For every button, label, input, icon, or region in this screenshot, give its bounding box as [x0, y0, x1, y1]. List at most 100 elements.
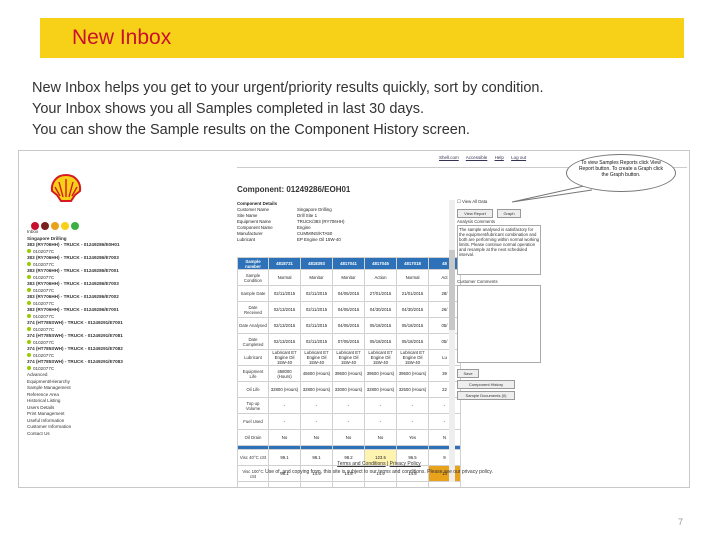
component-title: Component: 01249286/EOH01 [237, 185, 351, 194]
sample-number: 0102077C [33, 287, 55, 293]
grid-cell: 05/ [428, 317, 461, 334]
sample-number-link[interactable]: 4817045 [364, 257, 397, 270]
detail-value: Engine [297, 225, 311, 230]
detail-value: Drill Site 1 [297, 213, 318, 218]
grid-cell: Normal [268, 269, 301, 286]
view-report-button[interactable]: View Report [457, 209, 493, 218]
nav-link[interactable]: Contact Us [27, 431, 235, 438]
grid-cell: 04/30/2015 [364, 301, 397, 318]
detail-row: Lubricant EP Engine Oil 15W-40 [237, 237, 457, 243]
row-header: Oil Life [237, 381, 269, 398]
grid-cell: Normal [396, 269, 429, 286]
terms-link[interactable]: Terms and Conditions [337, 461, 385, 467]
privacy-link[interactable]: Privacy Policy [390, 461, 421, 467]
grid-cell: Lubricant E7 Engine Oil 15W-40 [268, 349, 301, 366]
sample-number-link[interactable]: 48 [428, 257, 461, 270]
grid-cell: 32800 (Hours) [300, 381, 333, 398]
grid-cell: Lu [428, 349, 461, 366]
row-header: Equipment Life [237, 365, 269, 382]
intro-line: New Inbox helps you get to your urgent/p… [32, 80, 544, 96]
condition-dot-icon [27, 301, 31, 306]
grid-cell: - [268, 413, 301, 430]
view-all-checkbox[interactable]: ☐ View All Data [457, 199, 487, 205]
grid-cell: - [364, 413, 397, 430]
grid-row: Oil Life 32800 (Hours) 32800 (Hours) 33000 … [237, 381, 461, 398]
grid-cell: 458000 (Hours) [268, 365, 301, 382]
view-all-label: View All Data [462, 199, 488, 204]
grid-cell: - [428, 413, 461, 430]
grid-row: Date Analysed 02/13/2015 02/11/2015 04/05/2… [237, 317, 461, 334]
sample-number: 0102077C [33, 326, 55, 332]
sample-number-link[interactable]: 4818731 [268, 257, 301, 270]
grid-row: Sample Condition Normal Monitor Monitor Acti… [237, 269, 461, 286]
top-links: Shell.com Accessible Help Log out [439, 155, 532, 160]
top-link[interactable]: Log out [511, 155, 526, 160]
analysis-comments-box[interactable]: The sample analysed is satisfactory for … [457, 225, 541, 275]
sample-number: 0102077C [33, 274, 55, 280]
condition-dot-icon [27, 327, 31, 332]
save-button[interactable]: Save [457, 369, 479, 378]
row-header: Fuel Used [237, 413, 269, 430]
grid-cell: 21/01/2015 [396, 285, 429, 302]
grid-cell: 04/05/2015 [332, 317, 365, 334]
grid-cell: N [428, 429, 461, 446]
grid-cell: - [332, 413, 365, 430]
sample-number-link[interactable]: 4817018 [396, 257, 429, 270]
customer-comments-input[interactable] [457, 285, 541, 363]
grid-cell: - [300, 397, 333, 414]
grid-cell: 05/18/2015 [364, 317, 397, 334]
sample-number: 0102077C [33, 300, 55, 306]
grid-row: Water<0.05<0.05<0.05<0.05<0.05 [237, 481, 461, 487]
condition-dot-icon [27, 249, 31, 254]
row-header: Date Analysed [237, 317, 269, 334]
scrollbar-thumb[interactable] [449, 250, 455, 330]
row-header: Top up Volume [237, 397, 269, 414]
results-grid: Sample number 4818731 4818393 4817041 481704… [237, 257, 461, 487]
condition-dot-icon [27, 275, 31, 280]
grid-cell: 45600 (Hours) [300, 365, 333, 382]
grid-cell: 02/13/2015 [268, 317, 301, 334]
detail-label: Lubricant [237, 237, 256, 242]
grid-cell: <0.05 [332, 481, 365, 487]
detail-value: Singapore Drilling [297, 207, 332, 212]
row-header: Lubricant [237, 349, 269, 366]
sample-number: 0102077C [33, 261, 55, 267]
top-link[interactable]: Help [495, 155, 504, 160]
grid-cell: 32800 (Hours) [268, 381, 301, 398]
grid-cell: 02/11/2015 [300, 301, 333, 318]
sample-number-link[interactable]: 4817041 [332, 257, 365, 270]
grid-row: Equipment Life 458000 (Hours) 45600 (Hours… [237, 365, 461, 382]
row-header: Sample Date [237, 285, 269, 302]
grid-cell: <0.05 [364, 481, 397, 487]
footer-links: Terms and Conditions | Privacy Policy [337, 461, 421, 467]
grid-row: Date Completed 02/13/2015 02/11/2015 07/05/… [237, 333, 461, 350]
top-link[interactable]: Shell.com [439, 155, 459, 160]
grid-scrollbar[interactable] [449, 200, 455, 482]
grid-cell: Lubricant E7 Engine Oil 15W-40 [396, 349, 429, 366]
component-history-button[interactable]: Component History [457, 380, 515, 389]
sample-number: 0102077C [33, 313, 55, 319]
sample-number: 0102077C [33, 352, 55, 358]
grid-cell: 04/05/2015 [332, 285, 365, 302]
grid-cell: 05/18/2015 [396, 317, 429, 334]
customer-comments-label: Customer Comments [457, 279, 498, 284]
right-panel: ☐ View All Data View Report Graph Analys… [457, 199, 545, 400]
top-link[interactable]: Accessible [466, 155, 488, 160]
detail-value: TRUCK/383 (RY706HH) [297, 219, 345, 224]
sample-number-link[interactable]: 4818393 [300, 257, 333, 270]
grid-cell: 33000 (Hours) [332, 381, 365, 398]
grid-cell: No [364, 429, 397, 446]
grid-cell: Yes [396, 429, 429, 446]
grid-cell: 02/13/2015 [268, 301, 301, 318]
sample-documents-button[interactable]: Sample Documents (0) [457, 391, 515, 400]
grid-cell: - [364, 397, 397, 414]
condition-dot-icon [27, 340, 31, 345]
grid-cell: 07/05/2015 [332, 333, 365, 350]
condition-dot-icon [27, 288, 31, 293]
grid-row: Lubricant Lubricant E7 Engine Oil 15W-40 L… [237, 349, 461, 366]
inbox-navigation: Inbox Singapore Drilling 383 (RY706HH) -… [27, 217, 235, 482]
row-header: Date Received [237, 301, 269, 318]
grid-cell: 26/ [428, 301, 461, 318]
graph-button[interactable]: Graph [497, 209, 521, 218]
grid-cell: - [396, 413, 429, 430]
